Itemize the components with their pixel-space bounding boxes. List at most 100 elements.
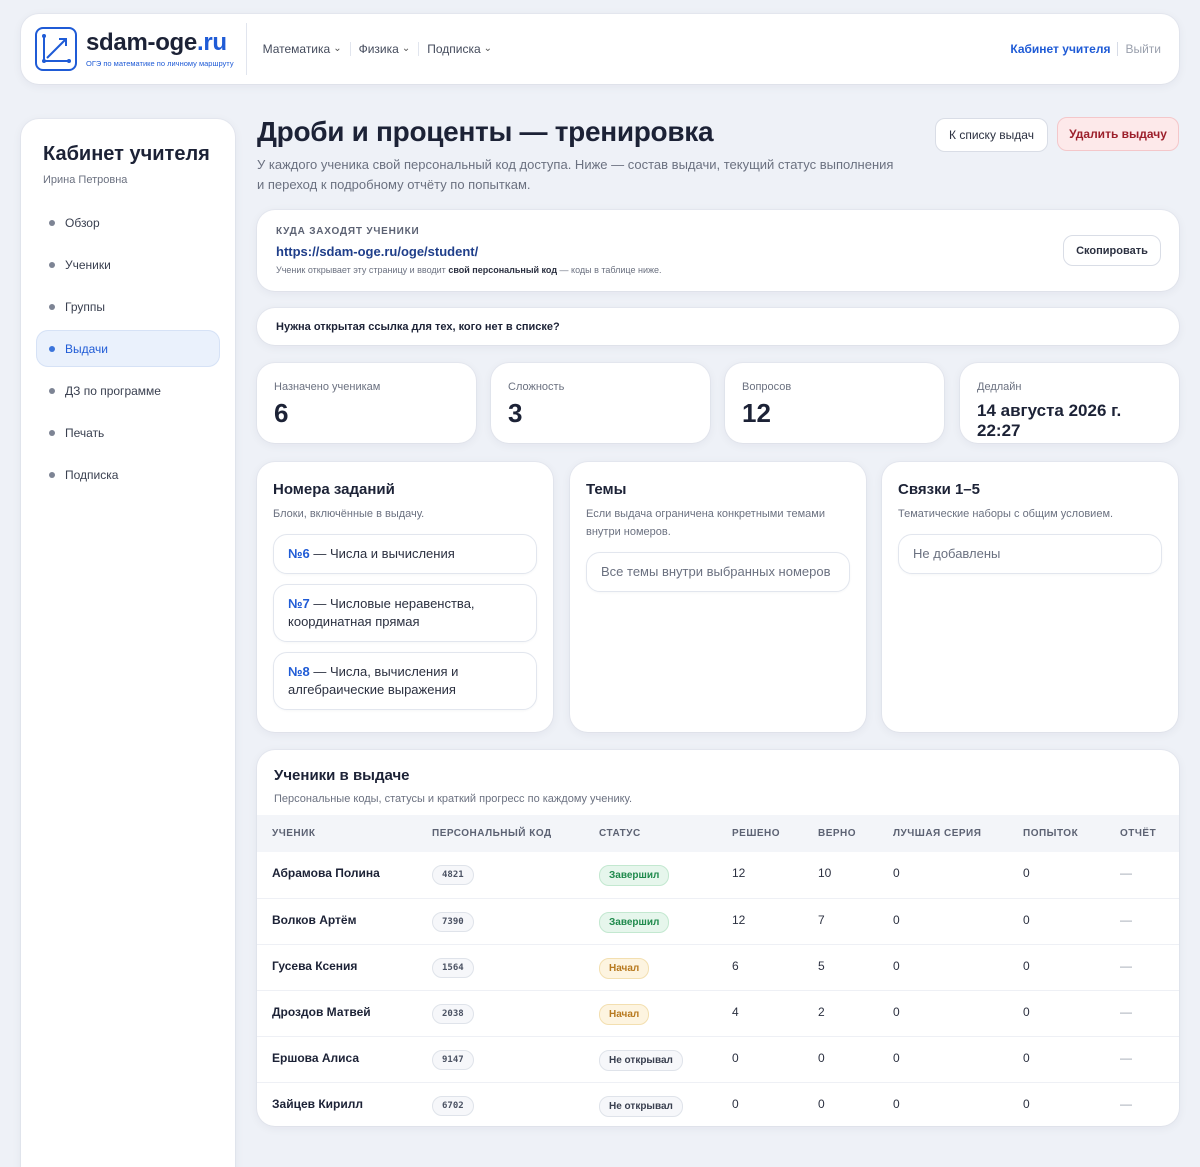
chevron-down-icon: ⌄ <box>333 43 342 54</box>
task-numbers-block: Номера заданий Блоки, включённые в выдач… <box>257 462 553 732</box>
personal-code: 9147 <box>432 1049 474 1070</box>
nav-item-subscription[interactable]: Подписка ⌄ <box>419 42 500 56</box>
students-table: УЧЕНИК ПЕРСОНАЛЬНЫЙ КОД СТАТУС РЕШЕНО ВЕ… <box>257 815 1179 1126</box>
student-name: Абрамова Полина <box>257 852 417 899</box>
table-row: Зайцев Кирилл 6702 Не открывал 0 0 0 0 — <box>257 1082 1179 1126</box>
stat-assigned: Назначено ученикам 6 <box>257 363 476 443</box>
bullet-icon <box>49 471 55 478</box>
stat-value: 3 <box>508 398 523 428</box>
attempts-count: 0 <box>1008 852 1105 899</box>
logo-chart-icon[interactable] <box>35 27 77 71</box>
sidebar-item-groups[interactable]: Группы <box>36 288 220 325</box>
sidebar-item-assignments[interactable]: Выдачи <box>36 330 220 367</box>
attempts-count: 0 <box>1008 1036 1105 1083</box>
solved-count: 12 <box>717 898 803 945</box>
correct-count: 10 <box>803 852 878 899</box>
stat-value: 12 <box>742 398 771 428</box>
status-badge: Начал <box>599 957 650 979</box>
sidebar-user-name: Ирина Петровна <box>43 174 128 186</box>
block-subtitle: Если выдача ограничена конкретными темам… <box>586 508 825 538</box>
personal-code: 1564 <box>432 957 474 978</box>
student-name: Ершова Алиса <box>257 1036 417 1083</box>
personal-code: 6702 <box>432 1095 474 1116</box>
status-badge: Не открывал <box>599 1095 683 1117</box>
solved-count: 6 <box>717 944 803 991</box>
solved-count: 0 <box>717 1036 803 1083</box>
solved-count: 4 <box>717 990 803 1037</box>
task-chip: №6 — Числа и вычисления <box>273 534 537 574</box>
bullet-icon <box>49 429 55 436</box>
bullet-icon <box>49 261 55 268</box>
column-header: ПОПЫТОК <box>1008 815 1105 852</box>
table-row: Ершова Алиса 9147 Не открывал 0 0 0 0 — <box>257 1036 1179 1083</box>
block-subtitle: Тематические наборы с общим условием. <box>898 508 1114 520</box>
student-name: Зайцев Кирилл <box>272 1096 363 1111</box>
bullet-icon <box>49 303 55 310</box>
access-label: КУДА ЗАХОДЯТ УЧЕНИКИ <box>276 226 420 237</box>
task-chip: №7 — Числовые неравенства, координатная … <box>273 584 537 642</box>
status-badge: Завершил <box>599 865 670 886</box>
sidebar-menu: Обзор Ученики Группы Выдачи ДЗ по програ… <box>36 204 220 493</box>
report-cell: — <box>1105 852 1179 899</box>
correct-count: 7 <box>803 898 878 945</box>
nav-item-math[interactable]: Математика ⌄ <box>255 42 351 56</box>
page-description: У каждого ученика свой персональный код … <box>257 157 894 192</box>
personal-code: 4821 <box>432 865 474 885</box>
column-header: ЛУЧШАЯ СЕРИЯ <box>878 815 1008 852</box>
block-title: Номера заданий <box>273 481 395 498</box>
attempts-count: 0 <box>1023 1096 1030 1111</box>
column-header: РЕШЕНО <box>717 815 803 852</box>
chevron-down-icon: ⌄ <box>483 43 493 54</box>
header-actions: Кабинет учителя Выйти <box>1010 42 1161 56</box>
stat-label: Назначено ученикам <box>274 381 381 393</box>
sidebar-item-subscription[interactable]: Подписка <box>36 456 220 493</box>
student-access-url[interactable]: https://sdam-oge.ru/oge/student/ <box>276 244 1160 259</box>
topics-block: Темы Если выдача ограничена конкретными … <box>570 462 866 732</box>
attempts-count: 0 <box>1008 944 1105 991</box>
students-title: Ученики в выдаче <box>274 767 410 784</box>
table-row: Гусева Ксения 1564 Начал 6 5 0 0 — <box>257 944 1179 991</box>
column-header: ПЕРСОНАЛЬНЫЙ КОД <box>417 815 584 852</box>
report-cell: — <box>1105 944 1179 991</box>
sidebar-item-print[interactable]: Печать <box>36 414 220 451</box>
back-to-assignments-button[interactable]: К списку выдач <box>935 118 1048 152</box>
student-access-card: КУДА ЗАХОДЯТ УЧЕНИКИ https://sdam-oge.ru… <box>257 210 1179 291</box>
sidebar-item-students[interactable]: Ученики <box>36 246 220 283</box>
status-badge: Не открывал <box>599 1049 683 1071</box>
attempts-count: 0 <box>1008 990 1105 1037</box>
sidebar-item-overview[interactable]: Обзор <box>36 204 220 241</box>
sidebar-item-homework[interactable]: ДЗ по программе <box>36 372 220 409</box>
copy-link-button[interactable]: Скопировать <box>1063 235 1161 266</box>
stat-value: 6 <box>274 398 289 428</box>
logout-link[interactable]: Выйти <box>1118 42 1161 56</box>
column-header: СТАТУС <box>584 815 717 852</box>
top-header: sdam-oge.ru ОГЭ по математике по личному… <box>21 14 1179 84</box>
stat-label: Вопросов <box>742 381 792 393</box>
nav-item-physics[interactable]: Физика ⌄ <box>351 42 420 56</box>
teacher-cabinet-link[interactable]: Кабинет учителя <box>1010 42 1119 56</box>
table-header-row: УЧЕНИК ПЕРСОНАЛЬНЫЙ КОД СТАТУС РЕШЕНО ВЕ… <box>257 815 1179 852</box>
main-nav: Математика ⌄ Физика ⌄ Подписка ⌄ <box>255 42 500 56</box>
correct-count: 5 <box>803 944 878 991</box>
open-link-toggle[interactable]: Нужна открытая ссылка для тех, кого нет … <box>257 308 1179 345</box>
block-title: Связки 1–5 <box>898 481 980 498</box>
best-streak: 0 <box>878 852 1008 899</box>
personal-code: 7390 <box>432 911 474 932</box>
correct-count: 0 <box>803 1036 878 1083</box>
topics-value: Все темы внутри выбранных номеров <box>586 552 850 592</box>
column-header: УЧЕНИК <box>257 815 417 852</box>
table-row: Дроздов Матвей 2038 Начал 4 2 0 0 — <box>257 990 1179 1037</box>
solved-count: 0 <box>732 1096 739 1111</box>
block-subtitle: Блоки, включённые в выдачу. <box>273 508 425 520</box>
delete-assignment-button[interactable]: Удалить выдачу <box>1057 117 1179 151</box>
nav-divider <box>245 23 247 75</box>
best-streak: 0 <box>893 1096 900 1111</box>
status-badge: Начал <box>599 1003 650 1025</box>
student-name: Гусева Ксения <box>257 944 417 991</box>
report-cell: — <box>1105 898 1179 945</box>
table-row: Абрамова Полина 4821 Завершил 12 10 0 0 … <box>257 852 1179 899</box>
stat-value: 14 августа 2026 г. 22:27 <box>977 401 1122 440</box>
report-cell: — <box>1120 1096 1132 1111</box>
logo[interactable]: sdam-oge.ru ОГЭ по математике по личному… <box>86 30 234 69</box>
best-streak: 0 <box>878 898 1008 945</box>
